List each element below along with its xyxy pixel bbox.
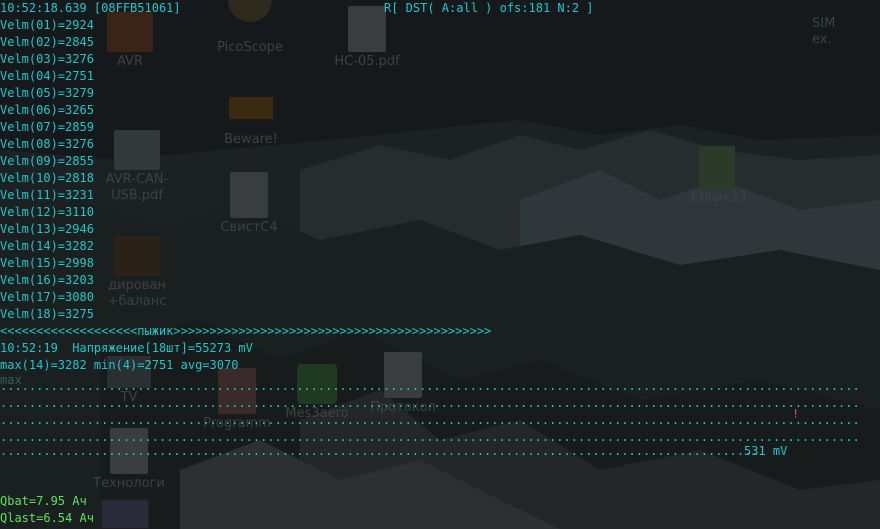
velm-line: Velm(13)=2946	[0, 222, 94, 236]
header-timestamp: 10:52:18.639 [08FFB51061]	[0, 1, 181, 15]
graph-row-2: ........................................…	[0, 396, 860, 410]
voltage-summary: 10:52:19 Напряжение[18шт]=55273 mV	[0, 341, 253, 355]
qbat-readout: Qbat=7.95 Ач	[0, 494, 87, 508]
velm-line: Velm(09)=2855	[0, 154, 94, 168]
velm-line: Velm(16)=3203	[0, 273, 94, 287]
terminal-output: 10:52:18.639 [08FFB51061] R[ DST( A:all …	[0, 0, 880, 529]
graph-row-3: ........................................…	[0, 413, 860, 427]
graph-value-label: 531 mV	[744, 444, 788, 458]
velm-line: Velm(06)=3265	[0, 103, 94, 117]
graph-row-1: ........................................…	[0, 379, 860, 393]
velm-line: Velm(17)=3080	[0, 290, 94, 304]
velm-line: Velm(14)=3282	[0, 239, 94, 253]
velm-line: Velm(01)=2924	[0, 18, 94, 32]
qlast-readout: Qlast=6.54 Ач	[0, 511, 94, 525]
velm-line: Velm(10)=2818	[0, 171, 94, 185]
velm-line: Velm(11)=3231	[0, 188, 94, 202]
graph-row-5: ........................................…	[0, 444, 766, 458]
velm-line: Velm(07)=2859	[0, 120, 94, 134]
velm-line: Velm(04)=2751	[0, 69, 94, 83]
cell-stats: max(14)=3282 min(4)=2751 avg=3070	[0, 358, 239, 372]
velm-line: Velm(08)=3276	[0, 137, 94, 151]
velm-line: Velm(18)=3275	[0, 307, 94, 321]
velm-line: Velm(12)=3110	[0, 205, 94, 219]
velm-line: Velm(03)=3276	[0, 52, 94, 66]
velm-line: Velm(05)=3279	[0, 86, 94, 100]
velm-line: Velm(15)=2998	[0, 256, 94, 270]
velm-line: Velm(02)=2845	[0, 35, 94, 49]
header-filter: R[ DST( A:all ) ofs:181 N:2 ]	[384, 1, 594, 15]
separator-line: <<<<<<<<<<<<<<<<<<<пыжик>>>>>>>>>>>>>>>>…	[0, 324, 492, 338]
